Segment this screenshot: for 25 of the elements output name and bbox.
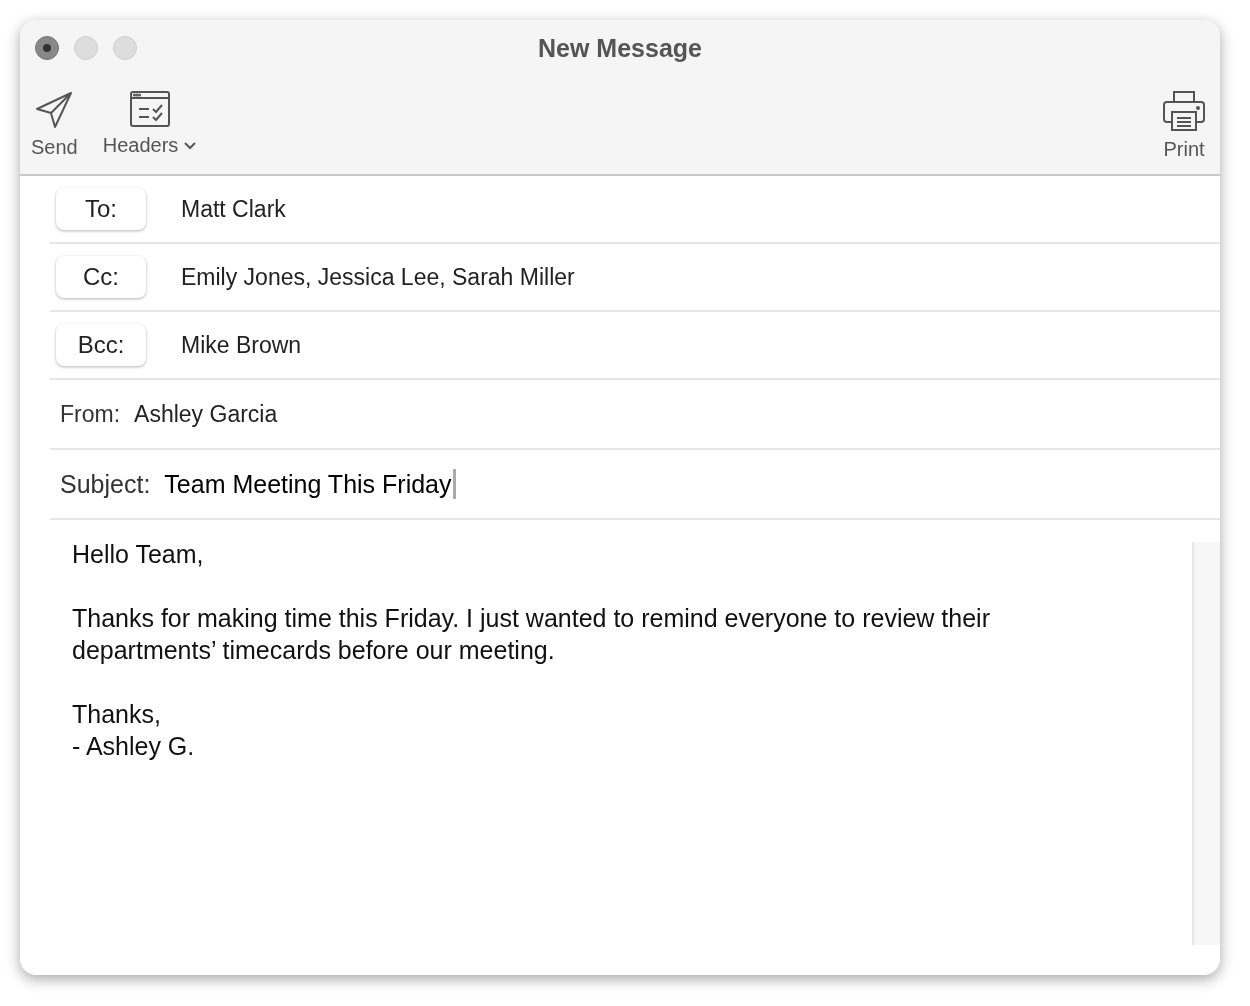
subject-value[interactable]: Team Meeting This Friday <box>164 469 452 499</box>
close-button[interactable] <box>35 36 59 60</box>
recipient-field-button[interactable]: Bcc: <box>56 324 146 366</box>
text-cursor <box>452 469 456 499</box>
paper-plane-icon <box>34 90 75 130</box>
message-text: Hello Team, <box>72 539 205 570</box>
headers-button[interactable]: Headers <box>102 90 197 157</box>
window-title: New Message <box>538 33 702 62</box>
message-text: - Ashley G. <box>72 731 196 762</box>
from-label: From: <box>60 400 121 428</box>
printer-icon <box>1162 90 1206 132</box>
from-value: Ashley Garcia <box>134 400 278 428</box>
message-text: Thanks for making time this Friday. I just wanted to remind everyone to review their departments’ timecards before our meeting. <box>72 603 991 666</box>
subject-label: Subject: <box>60 469 151 499</box>
recipient-value: Matt Clark <box>181 195 286 223</box>
message-text: Thanks, <box>72 699 162 730</box>
zoom-button[interactable] <box>113 36 137 60</box>
recipient-value: Mike Brown <box>181 331 302 359</box>
checklist-icon <box>128 90 171 128</box>
recipient-field-button[interactable]: To: <box>56 188 146 230</box>
recipient-field-button[interactable]: Cc: <box>56 256 146 298</box>
send-button[interactable]: Send <box>31 90 78 159</box>
minimize-button[interactable] <box>74 36 98 60</box>
recipient-value: Emily Jones, Jessica Lee, Sarah Miller <box>181 263 575 291</box>
print-button[interactable]: Print <box>1162 90 1206 161</box>
